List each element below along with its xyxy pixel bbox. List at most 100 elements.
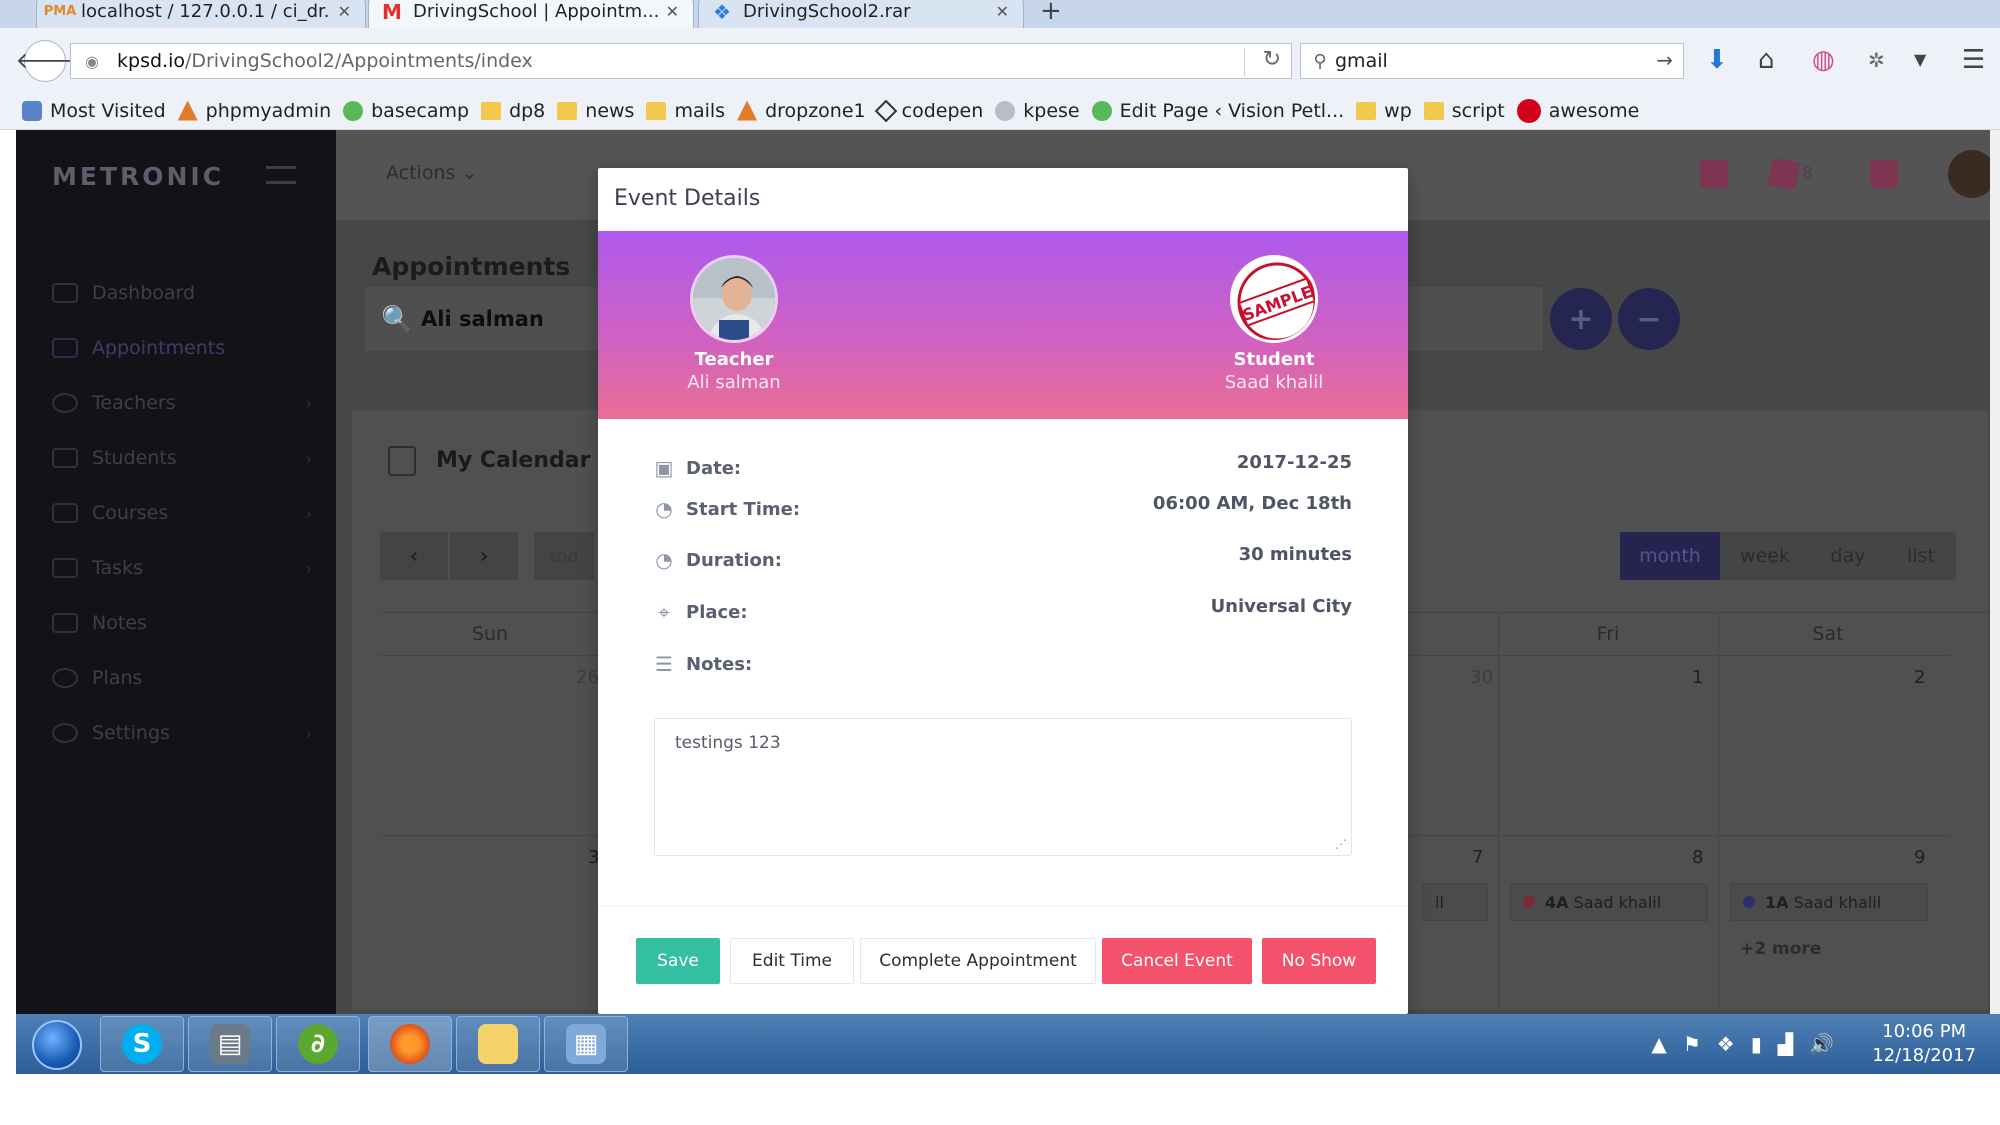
sidebar-item-appointments[interactable]: Appointments [52,333,312,363]
cancel-event-button[interactable]: Cancel Event [1102,938,1252,984]
next-button[interactable]: › [450,532,518,580]
view-month[interactable]: month [1620,532,1720,580]
bookmark-codepen[interactable]: codepen [874,99,983,122]
user-avatar[interactable] [1948,150,1996,198]
edit-time-button[interactable]: Edit Time [730,938,854,984]
site-info-icon[interactable]: ◉ [77,52,107,71]
bookmark-basecamp[interactable]: basecamp [343,100,469,122]
taskbar-image-viewer[interactable]: ▦ [544,1016,628,1072]
sidebar-item-students[interactable]: Students › [52,443,312,473]
student-avatar: SAMPLE [1230,255,1318,343]
tab-rar[interactable]: ❖ DrivingSchool2.rar ✕ [698,0,1024,28]
back-button[interactable]: 🡐 [16,40,75,82]
remove-button[interactable]: − [1618,288,1680,350]
flag-icon[interactable]: ⚑ [1683,1032,1701,1056]
save-button[interactable]: Save [636,938,720,984]
close-icon[interactable]: ✕ [666,2,679,21]
teacher-icon [52,393,78,413]
dropbox-icon[interactable]: ❖ [1717,1032,1735,1056]
date-cell[interactable]: 26 [576,667,599,688]
calendar-event[interactable]: 1A Saad khalil [1730,883,1928,921]
view-list[interactable]: list [1886,532,1956,580]
bookmark-wp[interactable]: wp [1356,100,1412,122]
bookmark-script[interactable]: script [1423,100,1505,122]
resize-handle-icon[interactable]: ⋰ [1335,837,1347,851]
chevron-down-icon[interactable]: ▼ [1914,46,1926,74]
messages-icon[interactable] [1870,160,1898,188]
notifications-icon[interactable] [1767,157,1801,191]
taskbar-app[interactable]: ∂ [276,1016,360,1072]
reload-icon[interactable]: ↻ [1263,47,1281,72]
color-picker-icon[interactable]: ◍ [1812,46,1835,74]
teacher-avatar [690,255,778,343]
detail-value: 2017-12-25 [1236,452,1352,473]
sidebar-toggle-icon[interactable] [266,166,296,184]
sidebar-item-settings[interactable]: Settings › [52,718,312,748]
calendar-check-icon: ▣ [654,456,674,480]
start-button[interactable] [32,1020,82,1070]
bookmark-most-visited[interactable]: Most Visited [22,100,166,122]
today-button[interactable]: tod [534,532,594,580]
bookmark-edit-page[interactable]: Edit Page ‹ Vision Petl... [1091,100,1344,122]
more-events-link[interactable]: +2 more [1740,939,1821,959]
taskbar-firefox[interactable] [368,1016,452,1072]
chevron-right-icon: › [305,503,312,523]
menu-icon[interactable]: ☰ [1962,46,1985,74]
apps-icon[interactable] [1700,160,1728,188]
date-cell[interactable]: 8 [1692,847,1703,868]
sidebar-item-dashboard[interactable]: Dashboard [52,278,312,308]
calendar-event[interactable]: 4A Saad khalil [1510,883,1708,921]
search-bar[interactable]: ⚲ gmail → [1300,43,1684,79]
close-icon[interactable]: ✕ [338,2,351,21]
chevron-down-icon: ⌄ [461,162,478,184]
power-icon[interactable]: ▮ [1751,1032,1762,1056]
date-cell[interactable]: 1 [1692,667,1703,688]
bookmark-phpmyadmin[interactable]: phpmyadmin [177,100,331,122]
date-cell[interactable]: 30 [1470,667,1493,688]
new-tab-button[interactable]: + [1040,0,1062,26]
bookmark-news[interactable]: news [557,100,634,122]
date-cell[interactable]: 2 [1914,667,1925,688]
calendar-event[interactable]: il [1422,883,1488,921]
sidebar-item-plans[interactable]: Plans [52,663,312,693]
page-scrollbar[interactable] [1990,130,2000,1014]
sidebar-item-tasks[interactable]: Tasks › [52,553,312,583]
bookmark-dp8[interactable]: dp8 [481,100,545,122]
browser-navbar: 🡐 ◉ kpsd.io/DrivingSchool2/Appointments/… [0,28,2000,92]
go-arrow-icon[interactable]: → [1656,48,1673,72]
view-week[interactable]: week [1720,532,1810,580]
chevron-up-icon[interactable]: ▲ [1651,1032,1666,1056]
chevron-right-icon: › [305,558,312,578]
volume-icon[interactable]: 🔊 [1809,1032,1834,1056]
network-icon[interactable]: ▟ [1778,1032,1793,1056]
prev-button[interactable]: ‹ [380,532,448,580]
close-icon[interactable]: ✕ [996,2,1009,21]
taskbar-network-tool[interactable]: ▤ [188,1016,272,1072]
date-cell[interactable]: 7 [1472,847,1483,868]
home-icon[interactable]: ⌂ [1758,46,1775,74]
add-button[interactable]: + [1550,288,1612,350]
address-bar[interactable]: ◉ kpsd.io/DrivingSchool2/Appointments/in… [70,43,1292,79]
bookmark-awesome[interactable]: awesome [1516,98,1639,123]
sidebar-item-courses[interactable]: Courses › [52,498,312,528]
complete-appointment-button[interactable]: Complete Appointment [860,938,1096,984]
sidebar-item-teachers[interactable]: Teachers › [52,388,312,418]
bookmark-kpese[interactable]: kpese [995,100,1080,122]
taskbar-skype[interactable]: S [100,1016,184,1072]
no-show-button[interactable]: No Show [1262,938,1376,984]
clock[interactable]: 10:06 PM 12/18/2017 [1872,1020,1976,1068]
tab-phpmyadmin[interactable]: PMA localhost / 127.0.0.1 / ci_dr... ✕ [36,0,366,28]
bookmark-mails[interactable]: mails [646,100,725,122]
tab-drivingschool[interactable]: M DrivingSchool | Appointm... ✕ [368,0,694,28]
download-icon[interactable]: ⬇ [1706,46,1728,74]
extension-icon[interactable]: ✲ [1868,46,1885,74]
date-cell[interactable]: 9 [1914,847,1925,868]
bookmark-dropzone1[interactable]: dropzone1 [737,100,866,122]
students-icon [52,448,78,468]
actions-dropdown[interactable]: Actions ⌄ [386,162,477,184]
view-day[interactable]: day [1810,532,1886,580]
notes-textarea[interactable]: testings 123 ⋰ [654,718,1352,856]
sidebar-item-notes[interactable]: Notes [52,608,312,638]
taskbar-explorer[interactable] [456,1016,540,1072]
student-name: Saad khalil [1224,372,1324,393]
